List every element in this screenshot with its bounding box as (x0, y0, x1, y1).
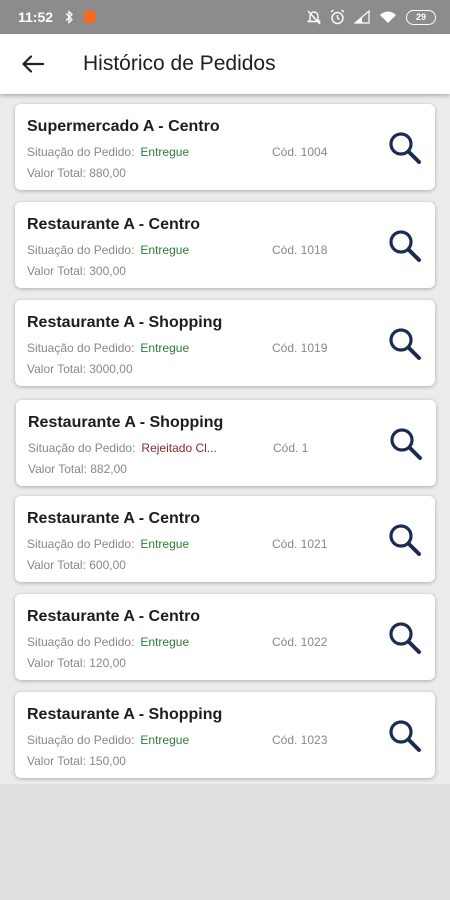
page-title: Histórico de Pedidos (83, 52, 276, 75)
order-code: Cód. 1018 (272, 243, 328, 257)
bell-off-icon (307, 10, 321, 25)
order-card[interactable]: Restaurante A - Centro Situação do Pedid… (15, 594, 435, 680)
status-bar: 11:52 29 (0, 0, 450, 34)
store-name: Supermercado A - Centro (27, 118, 220, 135)
search-icon[interactable] (387, 522, 423, 558)
order-total: Valor Total: 120,00 (27, 656, 126, 670)
store-name: Restaurante A - Centro (27, 216, 201, 233)
status-badge: Entregue (140, 341, 190, 355)
store-name: Restaurante A - Centro (27, 608, 201, 625)
app-bar: Histórico de Pedidos (0, 34, 450, 94)
alarm-icon (330, 9, 345, 25)
search-icon[interactable] (387, 718, 423, 754)
status-badge: Entregue (140, 635, 190, 649)
order-total: Valor Total: 882,00 (28, 462, 127, 476)
store-name: Restaurante A - Centro (27, 510, 201, 527)
status-badge: Entregue (140, 537, 190, 551)
order-code: Cód. 1021 (272, 537, 328, 551)
battery-level: 29 (415, 12, 426, 22)
order-code: Cód. 1004 (272, 145, 328, 159)
search-icon[interactable] (387, 620, 423, 656)
order-code: Cód. 1023 (272, 733, 328, 747)
wifi-icon (380, 11, 396, 23)
order-card[interactable]: Restaurante A - Centro Situação do Pedid… (15, 496, 435, 582)
status-icons: 29 (307, 8, 436, 26)
status-label: Situação do Pedido: (27, 243, 135, 257)
store-name: Restaurante A - Shopping (27, 706, 223, 723)
order-status-line: Situação do Pedido: Entregue (27, 243, 189, 257)
search-icon[interactable] (387, 326, 423, 362)
order-status-line: Situação do Pedido: Entregue (27, 341, 189, 355)
battery-icon: 29 (406, 9, 436, 25)
bluetooth-icon (65, 10, 73, 24)
status-label: Situação do Pedido: (28, 441, 136, 455)
store-name: Restaurante A - Shopping (28, 414, 224, 431)
order-status-line: Situação do Pedido: Entregue (27, 733, 189, 747)
store-name: Restaurante A - Shopping (27, 314, 223, 331)
status-time: 11:52 (18, 9, 54, 25)
signal-icon (354, 10, 370, 24)
order-card[interactable]: Restaurante A - Shopping Situação do Ped… (16, 400, 436, 486)
order-code: Cód. 1022 (272, 635, 328, 649)
back-button[interactable] (18, 50, 48, 78)
order-status-line: Situação do Pedido: Entregue (27, 145, 189, 159)
order-total: Valor Total: 600,00 (27, 558, 126, 572)
order-total: Valor Total: 150,00 (27, 754, 126, 768)
arrow-left-icon (22, 55, 44, 73)
order-card[interactable]: Supermercado A - Centro Situação do Pedi… (15, 104, 435, 190)
order-total: Valor Total: 3000,00 (27, 362, 133, 376)
status-label: Situação do Pedido: (27, 537, 135, 551)
order-code: Cód. 1019 (272, 341, 328, 355)
order-status-line: Situação do Pedido: Entregue (27, 537, 189, 551)
search-icon[interactable] (388, 426, 424, 462)
order-list: Supermercado A - Centro Situação do Pedi… (0, 94, 450, 784)
app-notification-icon (84, 11, 96, 23)
status-badge: Entregue (140, 733, 190, 747)
order-total: Valor Total: 880,00 (27, 166, 126, 180)
search-icon[interactable] (387, 228, 423, 264)
status-badge: Rejeitado Cl... (141, 441, 217, 455)
search-icon[interactable] (387, 130, 423, 166)
order-card[interactable]: Restaurante A - Shopping Situação do Ped… (15, 300, 435, 386)
status-badge: Entregue (140, 243, 190, 257)
order-code: Cód. 1 (273, 441, 309, 455)
status-label: Situação do Pedido: (27, 733, 135, 747)
order-status-line: Situação do Pedido: Entregue (27, 635, 189, 649)
status-label: Situação do Pedido: (27, 145, 135, 159)
order-card[interactable]: Restaurante A - Shopping Situação do Ped… (15, 692, 435, 778)
order-total: Valor Total: 300,00 (27, 264, 126, 278)
status-label: Situação do Pedido: (27, 341, 135, 355)
order-card[interactable]: Restaurante A - Centro Situação do Pedid… (15, 202, 435, 288)
order-status-line: Situação do Pedido: Rejeitado Cl... (28, 441, 217, 455)
status-badge: Entregue (140, 145, 190, 159)
status-label: Situação do Pedido: (27, 635, 135, 649)
